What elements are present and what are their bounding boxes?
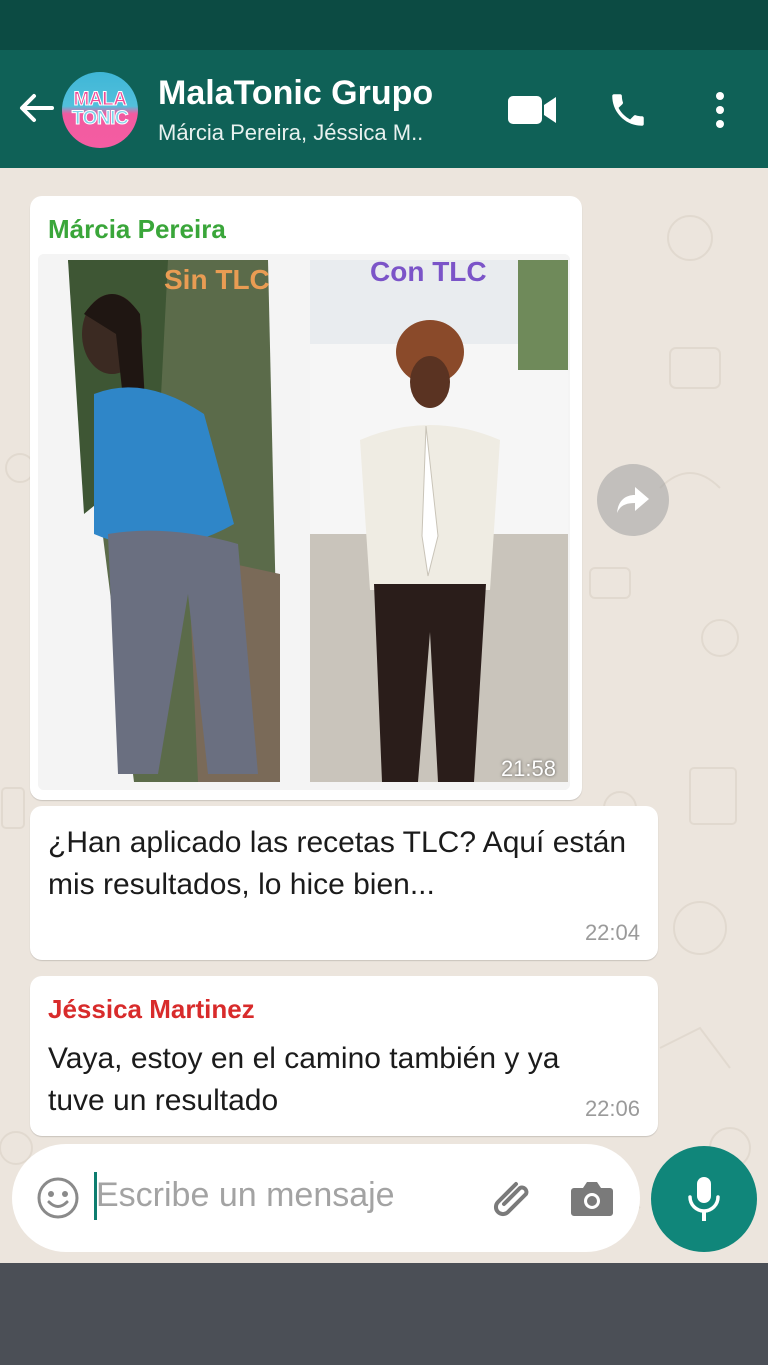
before-after-photo[interactable]: Sin TLC Con TLC 21:58 (38, 254, 570, 790)
message-text: Vaya, estoy en el camino también y ya tu… (48, 1042, 560, 1117)
sender-name: Jéssica Martinez (48, 994, 255, 1024)
video-call-icon[interactable] (506, 86, 558, 134)
status-bar (0, 0, 768, 50)
system-navigation-bar (0, 1263, 768, 1365)
message-time: 22:04 (584, 920, 640, 945)
more-vert-icon[interactable] (696, 86, 744, 134)
group-avatar[interactable]: MALA TONIC (62, 72, 138, 148)
chat-header: MALA TONIC MalaTonic Grupo Márcia Pereir… (0, 50, 768, 168)
before-label: Sin TLC (164, 264, 270, 295)
camera-icon[interactable] (568, 1176, 616, 1220)
phone-icon[interactable] (602, 86, 654, 134)
message-list[interactable]: Márcia Pereira Sin TLC Con TLC 21:58 ¿Ha… (0, 168, 768, 1263)
image-message-bubble[interactable]: Márcia Pereira Sin TLC Con TLC 21:58 (30, 196, 582, 800)
photo-illustration (38, 254, 570, 790)
text-message-bubble[interactable]: ¿Han aplicado las recetas TLC? Aquí está… (30, 806, 658, 960)
message-time: 21:58 (500, 756, 556, 781)
message-time: 22:06 (584, 1096, 640, 1121)
arrow-back-icon[interactable] (16, 88, 56, 128)
message-text: ¿Han aplicado las recetas TLC? Aquí está… (48, 826, 627, 901)
forward-icon[interactable] (597, 464, 669, 536)
text-message-bubble[interactable]: Jéssica Martinez Vaya, estoy en el camin… (30, 976, 658, 1136)
chat-members[interactable]: Márcia Pereira, Jéssica M.. (158, 120, 423, 146)
avatar-text-line2: TONIC (71, 108, 129, 130)
sender-name: Márcia Pereira (48, 214, 226, 244)
message-composer: Escribe un mensaje (12, 1144, 640, 1252)
microphone-icon[interactable] (651, 1146, 757, 1252)
emoji-icon[interactable] (36, 1176, 80, 1220)
message-input[interactable]: Escribe un mensaje (96, 1176, 395, 1215)
chat-title[interactable]: MalaTonic Grupo (158, 74, 433, 113)
after-label: Con TLC (370, 256, 487, 287)
paperclip-icon[interactable] (486, 1174, 534, 1222)
